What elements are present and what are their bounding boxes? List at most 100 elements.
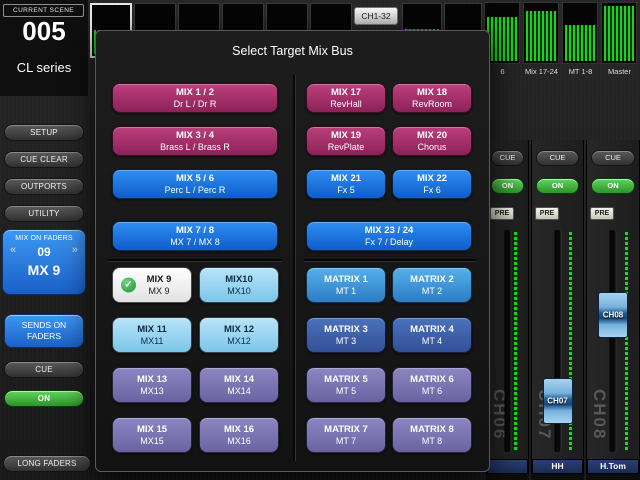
button-title: MIX 23 / 24: [307, 226, 471, 236]
button-subtitle: MX14: [200, 386, 278, 396]
button-subtitle: MX16: [200, 436, 278, 446]
strip-cue-button[interactable]: CUE: [591, 150, 635, 166]
button-subtitle: MX13: [113, 386, 191, 396]
sends-on-faders-line2: FADERS: [5, 331, 83, 342]
button-subtitle: Dr L / Dr R: [113, 99, 277, 109]
button-title: MIX 7 / 8: [113, 226, 277, 236]
pre-indicator[interactable]: PRE: [490, 207, 514, 220]
mix-21-button[interactable]: MIX 21 Fx 5: [306, 169, 386, 199]
channel-name: H.Tom: [587, 459, 639, 474]
strip-on-button[interactable]: ON: [491, 178, 524, 194]
fader-knob-ch07[interactable]: CH07: [543, 378, 573, 424]
meter-group-mix-17-24[interactable]: Mix 17-24: [523, 2, 560, 80]
mix-14-button[interactable]: MIX 14 MX14: [199, 367, 279, 403]
matrix-1-button[interactable]: MATRIX 1 MT 1: [306, 267, 386, 303]
strip-cue-button[interactable]: CUE: [536, 150, 579, 166]
channel-strip-ch07: CUE ON PRE CH07 CH07 HH: [531, 140, 584, 480]
meter-group-label: Mix 17-24: [523, 67, 560, 76]
mix-22-button[interactable]: MIX 22 Fx 6: [392, 169, 472, 199]
mix-20-button[interactable]: MIX 20 Chorus: [392, 126, 472, 156]
mix-11-button[interactable]: MIX 11 MX11: [112, 317, 192, 353]
meter-group-mt-1-8[interactable]: MT 1-8: [562, 2, 599, 80]
cue-clear-button[interactable]: CUE CLEAR: [4, 151, 84, 168]
outports-button[interactable]: OUTPORTS: [4, 178, 84, 195]
strip-cue-button[interactable]: CUE: [491, 150, 524, 166]
setup-button[interactable]: SETUP: [4, 124, 84, 141]
channel-bank-button[interactable]: CH1-32: [354, 7, 398, 25]
fader-knob-label: CH07: [544, 397, 572, 406]
channel-number-watermark: CH08: [589, 389, 609, 440]
button-subtitle: MX10: [200, 286, 278, 296]
matrix-5-button[interactable]: MATRIX 5 MT 5: [306, 367, 386, 403]
pre-indicator[interactable]: PRE: [535, 207, 559, 220]
button-title: MATRIX 8: [393, 425, 471, 435]
sends-on-faders-button[interactable]: SENDS ON FADERS: [4, 314, 84, 348]
strip-footer: [486, 474, 529, 480]
button-title: MIX 3 / 4: [113, 131, 277, 141]
mix-5-6-button[interactable]: MIX 5 / 6 Perc L / Perc R: [112, 169, 278, 199]
matrix-6-button[interactable]: MATRIX 6 MT 6: [392, 367, 472, 403]
check-icon: ✓: [121, 278, 136, 293]
matrix-3-button[interactable]: MATRIX 3 MT 3: [306, 317, 386, 353]
matrix-7-button[interactable]: MATRIX 7 MT 7: [306, 417, 386, 453]
button-title: MIX 16: [200, 425, 278, 435]
section-divider-left: [108, 259, 282, 261]
current-scene-panel: CURRENT SCENE 005 CL series: [0, 0, 88, 96]
matrix-4-button[interactable]: MATRIX 4 MT 4: [392, 317, 472, 353]
prev-mix-arrow-icon[interactable]: «: [10, 244, 16, 256]
cue-button-sidebar[interactable]: CUE: [4, 361, 84, 378]
button-title: MATRIX 4: [393, 325, 471, 335]
mix-13-button[interactable]: MIX 13 MX13: [112, 367, 192, 403]
fader-knob-ch08[interactable]: CH08: [598, 292, 628, 338]
button-title: MIX 19: [307, 131, 385, 141]
column-divider: [293, 75, 295, 461]
button-title: MATRIX 1: [307, 275, 385, 285]
next-mix-arrow-icon[interactable]: »: [72, 244, 78, 256]
utility-button[interactable]: UTILITY: [4, 205, 84, 222]
strip-on-button[interactable]: ON: [591, 178, 635, 194]
button-title: MIX 5 / 6: [113, 174, 277, 184]
matrix-2-button[interactable]: MATRIX 2 MT 2: [392, 267, 472, 303]
mix-on-faders-label: MIX ON FADERS: [3, 235, 85, 242]
mix-16-button[interactable]: MIX 16 MX16: [199, 417, 279, 453]
meter-box: [601, 2, 637, 64]
meter-group-label: Master: [601, 67, 638, 76]
section-divider-right: [304, 259, 476, 261]
mix-15-button[interactable]: MIX 15 MX15: [112, 417, 192, 453]
mix-18-button[interactable]: MIX 18 RevRoom: [392, 83, 472, 113]
meter-box: [562, 2, 598, 64]
mix-9-button-selected[interactable]: ✓ MIX 9 MX 9: [112, 267, 192, 303]
meter-bars: [487, 17, 517, 61]
button-title: MIX10: [200, 275, 278, 285]
matrix-8-button[interactable]: MATRIX 8 MT 8: [392, 417, 472, 453]
channel-strip-ch06: CUE ON PRE CH06: [486, 140, 529, 480]
mix-number-row: « 09 »: [3, 245, 85, 259]
console-screen: CURRENT SCENE 005 CL series CH1-32 6 Mix…: [0, 0, 640, 480]
level-meter: [625, 232, 628, 450]
button-title: MIX 9: [127, 275, 191, 285]
mix-on-faders-selector[interactable]: MIX ON FADERS « 09 » MX 9: [2, 229, 86, 295]
mix-12-button[interactable]: MIX 12 MX12: [199, 317, 279, 353]
mix-10-button[interactable]: MIX10 MX10: [199, 267, 279, 303]
on-button-sidebar[interactable]: ON: [4, 390, 84, 407]
button-title: MIX 18: [393, 88, 471, 98]
mix-3-4-button[interactable]: MIX 3 / 4 Brass L / Brass R: [112, 126, 278, 156]
strip-on-button[interactable]: ON: [536, 178, 579, 194]
pre-indicator[interactable]: PRE: [590, 207, 614, 220]
mix-17-button[interactable]: MIX 17 RevHall: [306, 83, 386, 113]
mix-name: MX 9: [3, 262, 85, 278]
mix-1-2-button[interactable]: MIX 1 / 2 Dr L / Dr R: [112, 83, 278, 113]
button-subtitle: MT 5: [307, 386, 385, 396]
mix-19-button[interactable]: MIX 19 RevPlate: [306, 126, 386, 156]
button-subtitle: MT 1: [307, 286, 385, 296]
meter-group-master[interactable]: Master: [601, 2, 638, 80]
meter-bars: [565, 25, 595, 61]
mix-23-24-button[interactable]: MIX 23 / 24 Fx 7 / Delay: [306, 221, 472, 251]
button-subtitle: MT 4: [393, 336, 471, 346]
fader-knob-label: CH08: [599, 311, 627, 320]
button-title: MATRIX 7: [307, 425, 385, 435]
long-faders-button[interactable]: LONG FADERS: [3, 455, 91, 472]
button-subtitle: Chorus: [393, 142, 471, 152]
mix-7-8-button[interactable]: MIX 7 / 8 MX 7 / MX 8: [112, 221, 278, 251]
button-title: MATRIX 6: [393, 375, 471, 385]
